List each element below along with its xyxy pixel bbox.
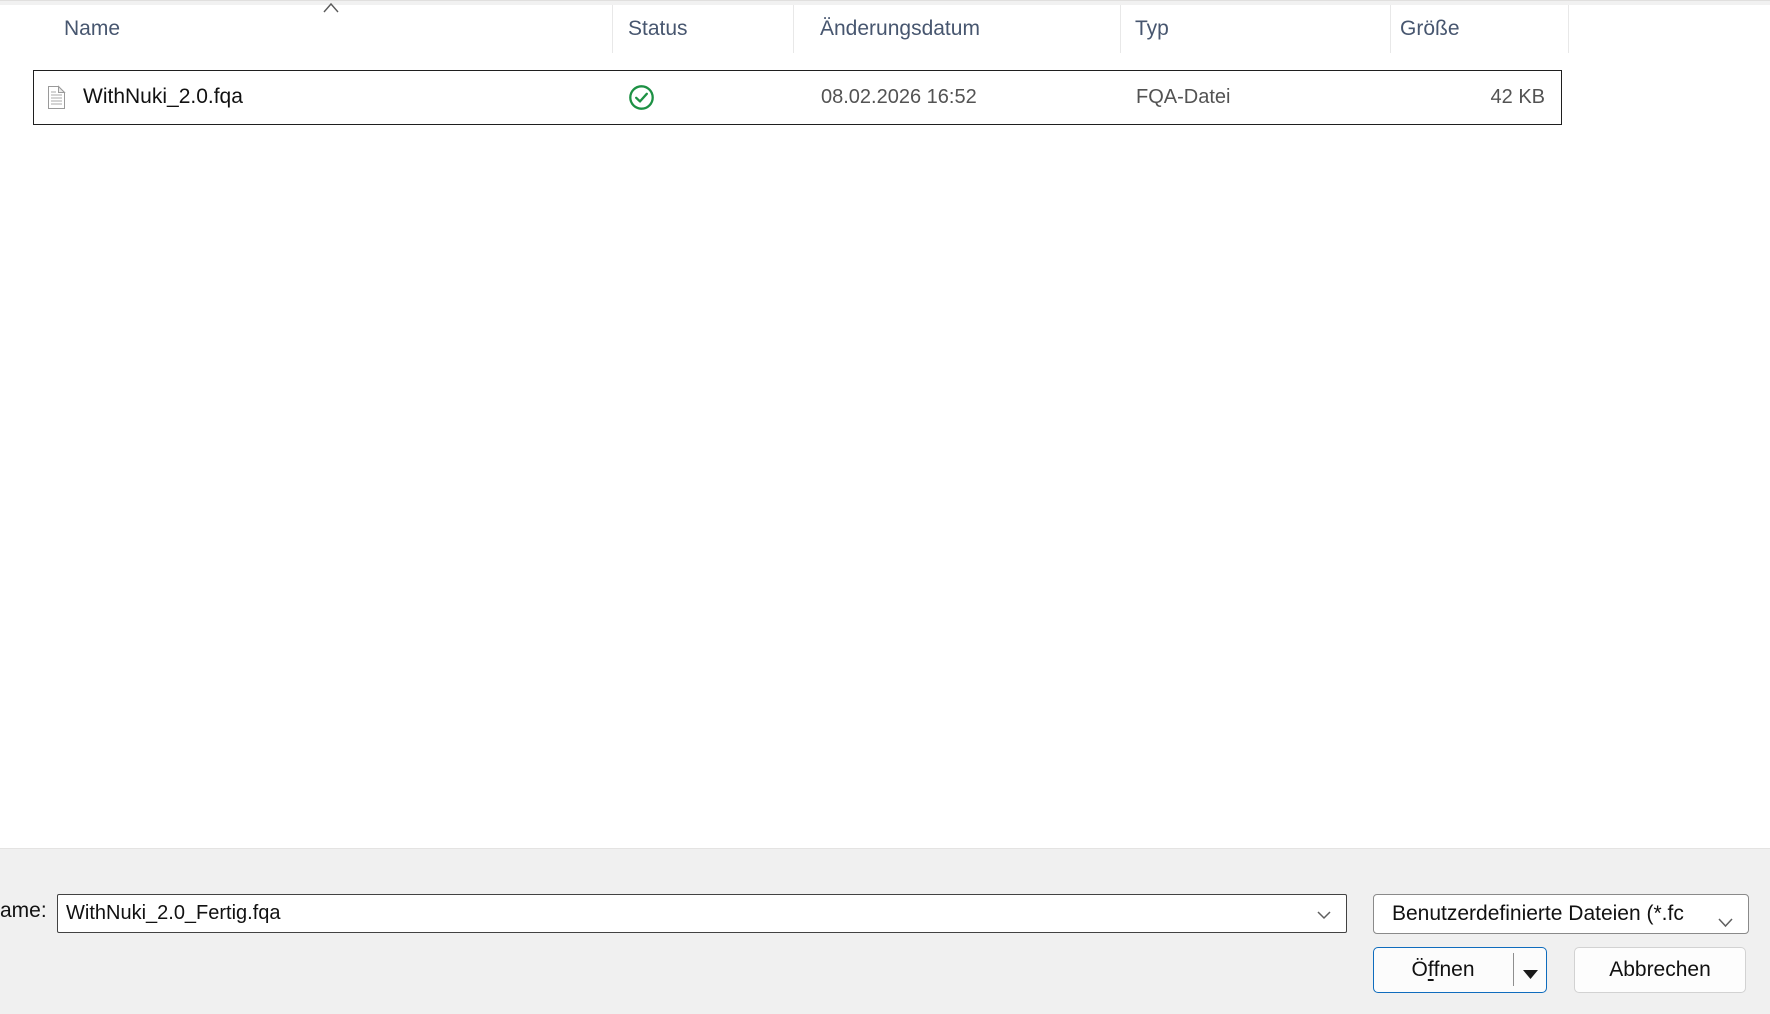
column-divider[interactable]: [612, 5, 613, 53]
sync-status-check-circle-icon: [628, 84, 655, 111]
sort-ascending-chevron-up-icon[interactable]: [322, 1, 340, 14]
file-size: 42 KB: [1491, 71, 1545, 123]
open-dropdown-arrow-icon[interactable]: [1523, 966, 1538, 975]
column-divider[interactable]: [1390, 5, 1391, 53]
open-button-label: Öffnen: [1374, 948, 1512, 991]
column-header-size[interactable]: Größe: [1400, 5, 1460, 53]
column-header-name[interactable]: Name: [64, 5, 120, 53]
filetype-dropdown[interactable]: Benutzerdefinierte Dateien (*.fc: [1373, 894, 1749, 934]
column-header-status[interactable]: Status: [628, 5, 688, 53]
split-button-separator: [1513, 953, 1514, 986]
column-divider[interactable]: [1568, 5, 1569, 53]
column-divider[interactable]: [793, 5, 794, 53]
file-name: WithNuki_2.0.fqa: [83, 71, 243, 123]
file-modified-date: 08.02.2026 16:52: [821, 71, 977, 123]
document-icon: [47, 85, 66, 110]
filetype-selected-value: Benutzerdefinierte Dateien (*.fc: [1392, 902, 1684, 926]
cancel-button[interactable]: Abbrechen: [1574, 947, 1746, 993]
filename-input[interactable]: [57, 894, 1347, 933]
filetype-chevron-down-icon: [1717, 910, 1734, 921]
file-type: FQA-Datei: [1136, 71, 1230, 123]
open-button[interactable]: Öffnen: [1373, 947, 1547, 993]
column-header-modified[interactable]: Änderungsdatum: [820, 5, 980, 53]
file-row-selected[interactable]: WithNuki_2.0.fqa 08.02.2026 16:52 FQA-Da…: [33, 70, 1562, 125]
filename-label: ame:: [0, 899, 47, 923]
column-header-type[interactable]: Typ: [1135, 5, 1169, 53]
column-divider[interactable]: [1120, 5, 1121, 53]
file-open-dialog: Name Status Änderungsdatum Typ Größe Wit…: [0, 0, 1770, 1014]
